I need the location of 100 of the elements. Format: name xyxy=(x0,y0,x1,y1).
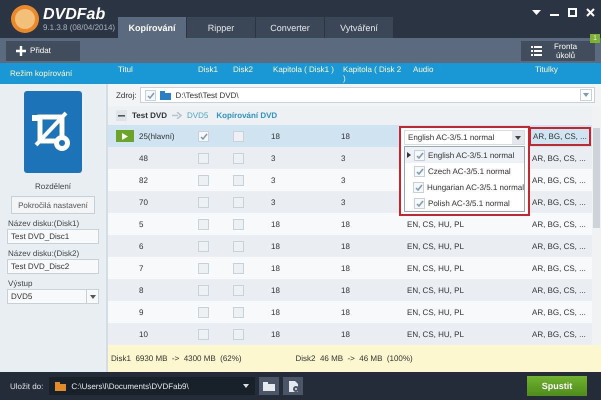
table-cell: EN, CS, HU, PL xyxy=(407,242,464,250)
disc-target: DVD5 xyxy=(186,111,208,120)
checkbox[interactable] xyxy=(233,152,244,164)
scrollbar[interactable] xyxy=(592,106,601,345)
column-header: Titulky xyxy=(535,64,558,74)
input-field[interactable]: Test DVD_Disc2 xyxy=(7,259,99,274)
checkbox[interactable] xyxy=(198,196,209,208)
checkbox[interactable] xyxy=(198,174,209,186)
column-header: Disk2 xyxy=(233,64,254,74)
checkbox[interactable] xyxy=(198,218,209,230)
table-row[interactable]: 9 18 18 EN, CS, HU, PL AR, BG, CS, ... xyxy=(108,301,592,323)
dropdown-icon xyxy=(532,10,541,16)
copy-mode: Kopírování DVD xyxy=(216,111,278,120)
tab[interactable]: Ripper xyxy=(187,17,255,38)
pointer-icon xyxy=(407,152,411,158)
checkbox[interactable] xyxy=(233,262,244,274)
table-cell: 6 xyxy=(139,242,144,250)
checkbox[interactable] xyxy=(233,218,244,230)
advanced-settings-button[interactable]: Pokročilá nastavení xyxy=(11,196,95,214)
checkbox[interactable] xyxy=(233,174,244,186)
table-cell: AR, BG, CS, ... xyxy=(532,154,586,162)
tab[interactable]: Vytváření xyxy=(325,17,393,38)
table-cell: AR, BG, CS, ... xyxy=(532,130,588,142)
table-cell: AR, BG, CS, ... xyxy=(532,176,586,184)
table-row[interactable]: 10 18 18 EN, CS, HU, PL AR, BG, CS, ... xyxy=(108,323,592,345)
checkbox[interactable] xyxy=(414,150,425,160)
table-cell: AR, BG, CS, ... xyxy=(532,308,586,316)
close-icon xyxy=(586,8,595,17)
output-select[interactable]: DVD5 xyxy=(7,289,99,304)
scrollbar-thumb[interactable] xyxy=(593,128,600,228)
browse-button[interactable] xyxy=(259,377,280,395)
checkbox[interactable] xyxy=(198,152,209,164)
table-cell: EN, CS, HU, PL xyxy=(407,330,464,338)
table-cell: 3 xyxy=(271,198,276,206)
collapse-toggle[interactable] xyxy=(116,110,127,121)
table-cell: 9 xyxy=(139,308,144,316)
add-button[interactable]: Přidat xyxy=(6,40,80,60)
checkbox[interactable] xyxy=(414,198,425,208)
checkbox[interactable] xyxy=(145,90,156,100)
check-icon xyxy=(416,152,424,158)
maximize-icon xyxy=(568,8,577,17)
save-path-field[interactable]: C:\Users\l\Documents\DVDFab9\ xyxy=(49,377,256,395)
table-cell: 18 xyxy=(341,330,350,338)
dropdown-item[interactable]: English AC-3/5.1 normal xyxy=(405,147,524,163)
checkbox[interactable] xyxy=(198,284,209,296)
folder-icon xyxy=(263,382,276,390)
table-cell: EN, CS, HU, PL xyxy=(407,264,464,272)
table-cell: 18 xyxy=(341,264,350,272)
checkbox[interactable] xyxy=(198,306,209,318)
checkbox[interactable] xyxy=(233,240,244,252)
checkbox[interactable] xyxy=(413,182,424,192)
task-queue-button[interactable]: Fronta úkolů xyxy=(521,40,595,60)
table-cell: AR, BG, CS, ... xyxy=(532,286,586,294)
table-cell: 18 xyxy=(341,132,350,140)
iso-button[interactable] xyxy=(283,377,304,395)
checkbox[interactable] xyxy=(233,196,244,208)
audio-dropdown[interactable]: English AC-3/5.1 normal English AC-3/5.1 normal Czech AC-3/5.1 normal Hungarian AC-3/5.1 normal Polish AC-3/5.1 normal xyxy=(399,126,530,216)
table-cell: 70 xyxy=(139,198,148,206)
checkbox[interactable] xyxy=(198,328,209,340)
check-icon xyxy=(416,168,424,174)
checkbox[interactable] xyxy=(414,166,425,176)
table-cell: 18 xyxy=(341,242,350,250)
mode-label: Rozdělení xyxy=(34,182,72,191)
field-label: Název disku:(Disk2) xyxy=(8,249,80,258)
table-cell: 18 xyxy=(271,132,280,140)
checkbox[interactable] xyxy=(233,130,244,142)
checkbox[interactable] xyxy=(233,306,244,318)
size-summary: Disk2 46 MB -> 46 MB (100%) xyxy=(296,354,413,363)
tab[interactable]: Converter xyxy=(256,17,324,38)
caret-icon xyxy=(243,384,250,388)
table-cell: 3 xyxy=(271,154,276,162)
table-cell: AR, BG, CS, ... xyxy=(532,242,586,250)
table-cell: 82 xyxy=(139,176,148,184)
table-row[interactable]: 8 18 18 EN, CS, HU, PL AR, BG, CS, ... xyxy=(108,279,592,301)
column-header: Disk1 xyxy=(198,64,218,74)
disc-title: Test DVD xyxy=(132,111,167,120)
table-cell: 10 xyxy=(139,330,148,338)
checkbox[interactable] xyxy=(198,240,209,252)
input-field[interactable]: Test DVD_Disc1 xyxy=(7,229,99,244)
play-button[interactable] xyxy=(116,130,134,142)
source-field[interactable]: D:\Test\Test DVD\ xyxy=(140,87,595,103)
table-cell: AR, BG, CS, ... xyxy=(532,198,586,206)
column-header: Kapitola ( Disk 2 ) xyxy=(343,64,402,82)
logo-icon xyxy=(10,4,40,34)
column-header: Audio xyxy=(413,64,434,74)
table-row[interactable]: 6 18 18 EN, CS, HU, PL AR, BG, CS, ... xyxy=(108,235,592,257)
checkbox[interactable] xyxy=(233,284,244,296)
table-cell: EN, CS, HU, PL xyxy=(407,220,464,228)
table-row[interactable]: 7 18 18 EN, CS, HU, PL AR, BG, CS, ... xyxy=(108,257,592,279)
dropdown-item[interactable]: Polish AC-3/5.1 normal xyxy=(405,195,524,211)
tab[interactable]: Kopírování xyxy=(118,17,186,38)
table-cell: 18 xyxy=(341,286,350,294)
table-cell: 18 xyxy=(341,308,350,316)
audio-select[interactable]: English AC-3/5.1 normal xyxy=(404,130,525,145)
checkbox[interactable] xyxy=(233,328,244,340)
table-row[interactable]: 5 18 18 EN, CS, HU, PL AR, BG, CS, ... xyxy=(108,213,592,235)
caret-icon xyxy=(90,294,96,298)
save-label: Uložit do: xyxy=(10,382,44,390)
checkbox[interactable] xyxy=(198,262,209,274)
checkbox[interactable] xyxy=(198,130,209,142)
